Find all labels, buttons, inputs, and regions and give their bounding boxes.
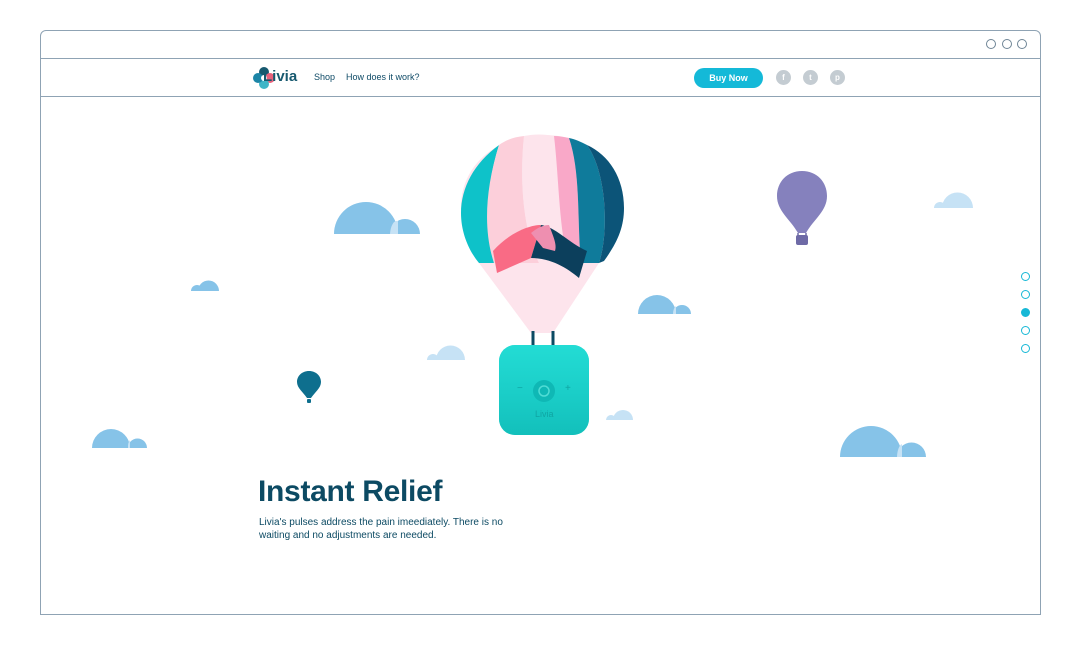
pinterest-icon[interactable]: p	[830, 70, 845, 85]
slide-indicator-4[interactable]	[1021, 326, 1030, 335]
cloud-icon	[840, 426, 926, 457]
browser-chrome	[41, 31, 1040, 59]
cloud-icon	[92, 429, 147, 448]
nav-link-shop[interactable]: Shop	[314, 72, 335, 82]
hot-air-balloon-icon	[461, 134, 624, 435]
slide-indicator-2[interactable]	[1021, 290, 1030, 299]
slide-indicator-3[interactable]	[1021, 308, 1030, 317]
buy-now-button[interactable]: Buy Now	[694, 68, 763, 88]
nav-link-how-it-works[interactable]: How does it work?	[346, 72, 420, 82]
brand-name[interactable]: Livia	[263, 68, 297, 85]
slide-indicator-5[interactable]	[1021, 344, 1030, 353]
window-control-circle[interactable]	[1017, 39, 1027, 49]
browser-window: Livia Shop How does it work? Buy Now f t…	[40, 30, 1041, 615]
hero-description: Livia's pulses address the pain imeediat…	[259, 517, 503, 541]
hero-title: Instant Relief	[258, 475, 443, 508]
window-control-circle[interactable]	[986, 39, 996, 49]
window-control-circle[interactable]	[1002, 39, 1012, 49]
device-minus-label: −	[517, 383, 523, 394]
cloud-icon	[191, 280, 219, 291]
facebook-icon[interactable]: f	[776, 70, 791, 85]
slide-indicator-1[interactable]	[1021, 272, 1030, 281]
hero-illustration: − + Livia	[41, 97, 1040, 613]
device-brand-label: Livia	[535, 409, 554, 419]
cloud-icon	[638, 295, 691, 314]
cloud-icon	[334, 202, 420, 234]
cloud-icon	[934, 192, 973, 208]
purple-balloon-icon	[777, 171, 827, 245]
device-plus-label: +	[565, 383, 571, 394]
twitter-icon[interactable]: t	[803, 70, 818, 85]
small-balloon-icon	[297, 371, 321, 403]
site-header: Livia Shop How does it work? Buy Now f t…	[41, 59, 1040, 97]
